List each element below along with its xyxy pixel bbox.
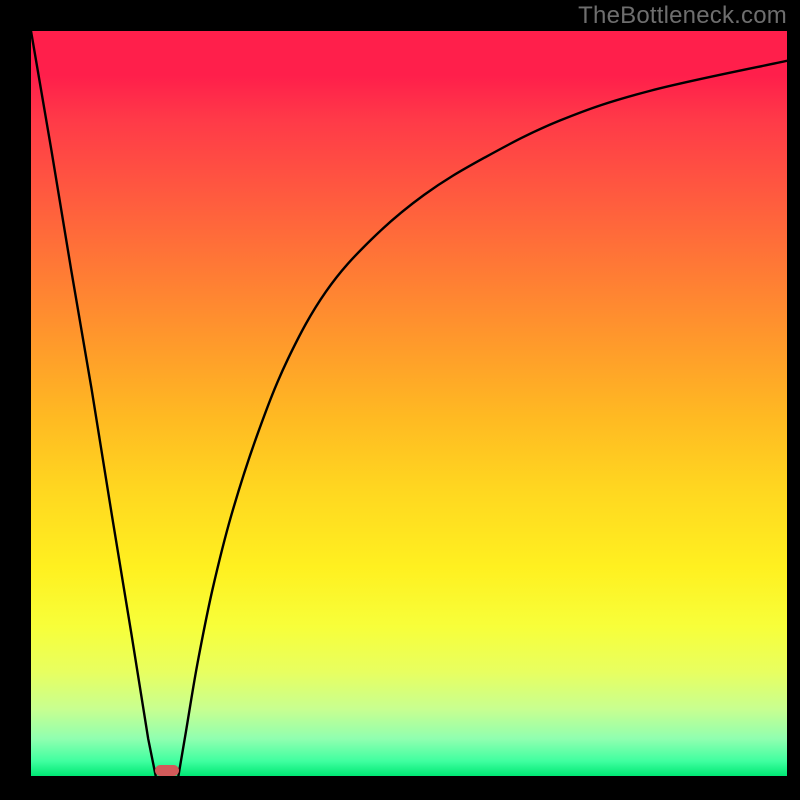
bottleneck-curve — [31, 31, 787, 776]
curve-right-arm — [178, 61, 787, 776]
plot-area — [31, 31, 787, 776]
watermark-text: TheBottleneck.com — [578, 2, 787, 30]
curve-left-arm — [31, 31, 156, 776]
bottom-marker — [155, 765, 179, 776]
chart-frame: TheBottleneck.com — [0, 0, 800, 800]
